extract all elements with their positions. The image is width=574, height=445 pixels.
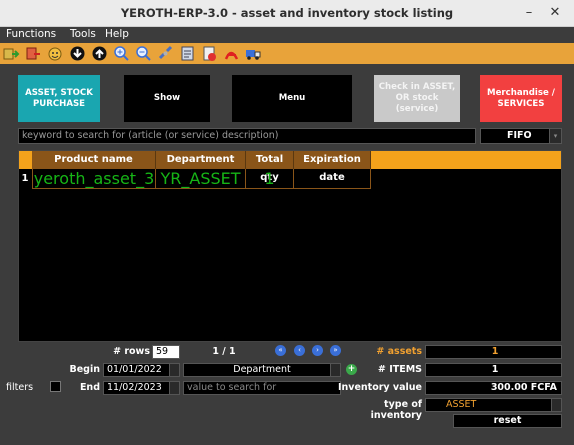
cell-qty[interactable]: 1 (246, 169, 294, 189)
stock-table: Product name Department Total qty Expira… (18, 150, 562, 342)
items-count: 1 (425, 363, 562, 377)
begin-date-input[interactable]: 01/01/2022 (103, 363, 180, 377)
print-icon[interactable] (179, 45, 196, 62)
begin-label: Begin (69, 364, 100, 375)
chevron-down-icon (169, 382, 179, 394)
window-title: YEROTH-ERP-3.0 - asset and inventory sto… (120, 6, 454, 20)
items-label: # ITEMS (377, 364, 422, 375)
inventory-value: 300.00 FCFA (425, 381, 562, 395)
page-indicator: 1 / 1 (212, 346, 236, 357)
end-label: End (79, 382, 100, 393)
first-page-icon[interactable]: « (275, 345, 286, 356)
value-search-input[interactable]: value to search for (183, 381, 341, 395)
strategy-value: FIFO (507, 130, 532, 141)
menu-tools[interactable]: Tools (70, 28, 96, 40)
col-expiration-date[interactable]: Expiration date (294, 151, 371, 183)
enter-icon[interactable] (3, 45, 20, 62)
toolbar (0, 43, 574, 64)
col-total-qty[interactable]: Total qty (246, 151, 294, 183)
menu-functions[interactable]: Functions (6, 28, 56, 40)
zoom-out-icon[interactable] (135, 45, 152, 62)
exit-icon[interactable] (25, 45, 42, 62)
inventory-type-select[interactable]: ASSET (425, 398, 562, 412)
department-select[interactable]: Department (183, 363, 341, 377)
export-icon[interactable] (201, 45, 218, 62)
show-button[interactable]: Show (124, 75, 210, 122)
reset-button[interactable]: reset (453, 414, 562, 428)
inventory-type-label: type of inventory (370, 399, 422, 421)
menu-help[interactable]: Help (105, 28, 129, 40)
assets-count: 1 (425, 345, 562, 359)
rows-label: # rows (113, 346, 150, 357)
keyword-search-input[interactable]: keyword to search for (article (or servi… (18, 128, 476, 144)
upload-icon[interactable] (91, 45, 108, 62)
chevron-down-icon: ▾ (549, 129, 561, 143)
link-icon[interactable] (157, 45, 174, 62)
col-product-name[interactable]: Product name (32, 151, 156, 169)
assets-label: # assets (376, 346, 422, 357)
rows-count-input[interactable]: 59 (152, 345, 180, 359)
pdf-icon[interactable] (223, 45, 240, 62)
department-select-value: Department (233, 364, 291, 375)
col-department[interactable]: Department (156, 151, 246, 169)
download-icon[interactable] (69, 45, 86, 62)
inventory-type-value: ASSET (446, 399, 477, 410)
chevron-down-icon (330, 364, 340, 376)
menu-bar: Functions Tools Help (0, 27, 574, 43)
end-date-value: 11/02/2023 (107, 382, 162, 393)
end-date-input[interactable]: 11/02/2023 (103, 381, 180, 395)
cell-department[interactable]: YR_ASSET (156, 169, 246, 189)
cell-expiration[interactable] (294, 169, 371, 189)
close-icon[interactable]: ✕ (546, 4, 564, 22)
zoom-in-icon[interactable] (113, 45, 130, 62)
inventory-value-label: Inventory value (337, 382, 422, 393)
filters-label: filters (6, 382, 34, 393)
check-in-asset-button[interactable]: Check in ASSET, OR stock (service) (374, 75, 460, 122)
prev-page-icon[interactable]: ‹ (294, 345, 305, 356)
merchandise-services-button[interactable]: Merchandise / SERVICES (480, 75, 562, 122)
inventory-strategy-select[interactable]: FIFO ▾ (480, 128, 562, 144)
truck-icon[interactable] (245, 45, 262, 62)
title-bar: YEROTH-ERP-3.0 - asset and inventory sto… (0, 0, 574, 27)
asset-stock-purchase-button[interactable]: ASSET, STOCK PURCHASE (18, 75, 100, 122)
app-window: YEROTH-ERP-3.0 - asset and inventory sto… (0, 0, 574, 445)
settings-icon[interactable] (47, 45, 64, 62)
menu-button[interactable]: Menu (232, 75, 352, 122)
chevron-down-icon (169, 364, 179, 376)
next-page-icon[interactable]: › (312, 345, 323, 356)
row-index: 1 (21, 173, 29, 184)
minimize-icon[interactable]: – (520, 4, 538, 22)
chevron-down-icon (551, 399, 561, 411)
begin-date-value: 01/01/2022 (107, 364, 162, 375)
table-header: Product name Department Total qty Expira… (19, 151, 561, 183)
cell-product[interactable]: yeroth_asset_3 (32, 169, 156, 189)
